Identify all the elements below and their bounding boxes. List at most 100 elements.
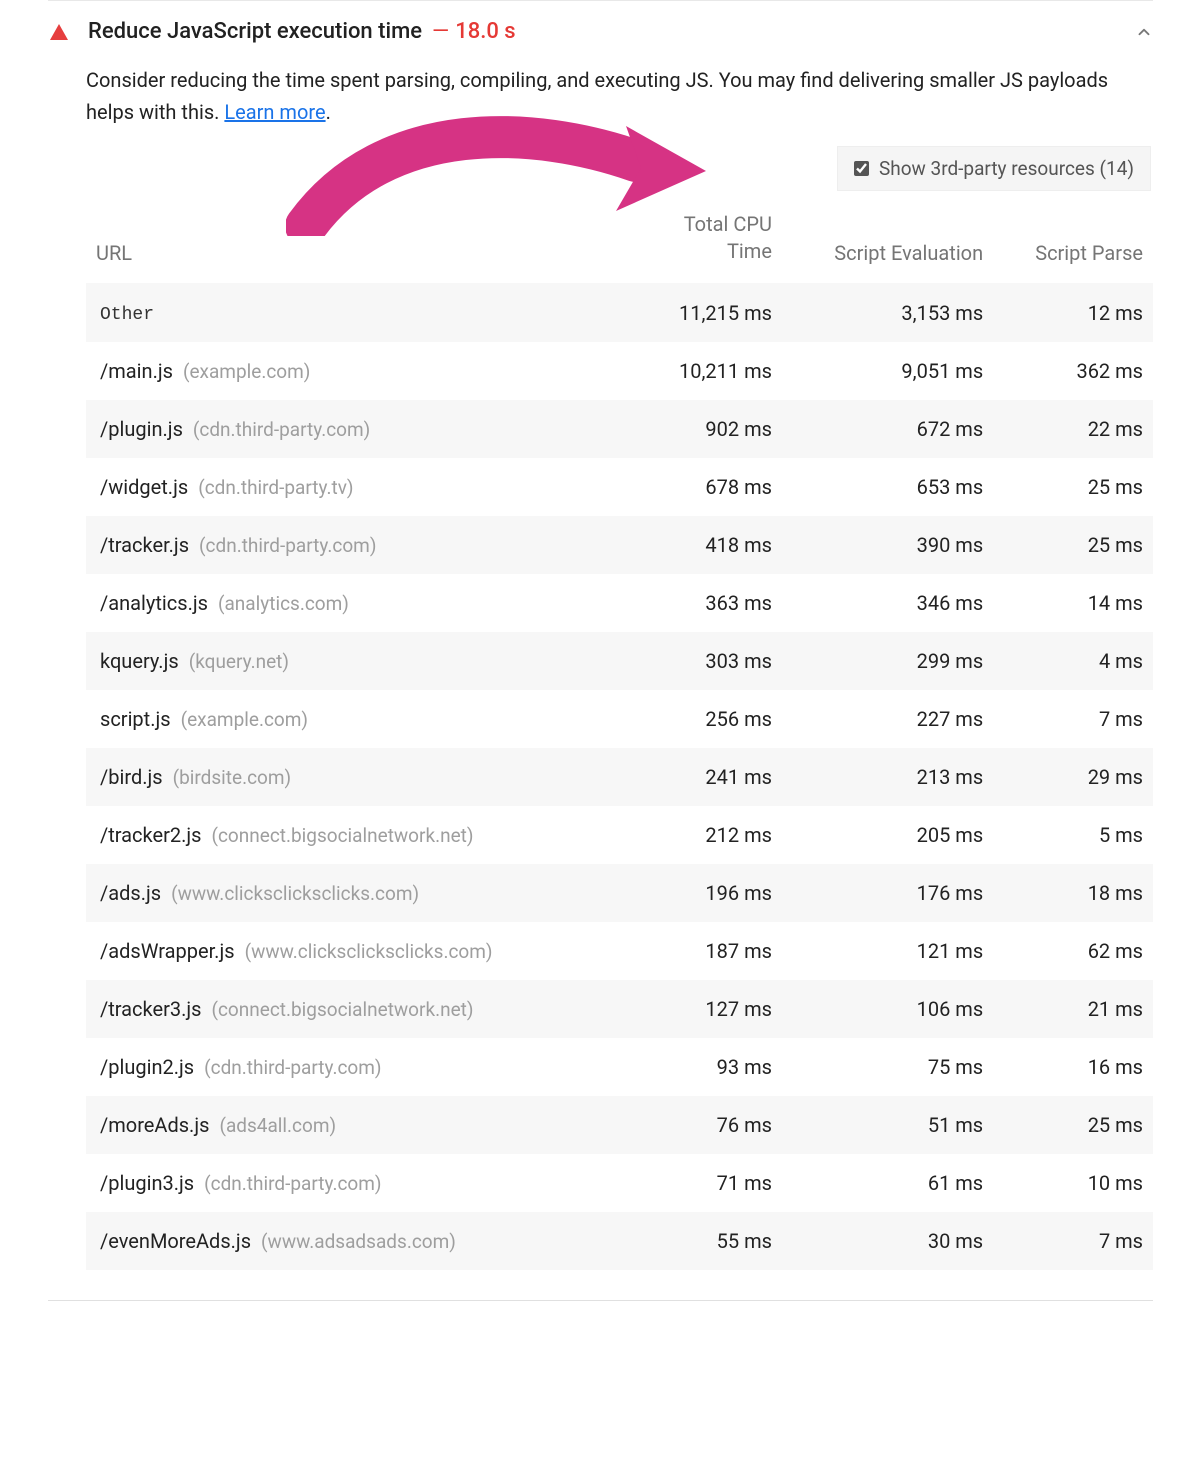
cpu-cell: 678 ms <box>607 458 782 516</box>
url-host: (www.clicksclicksclicks.com) <box>171 882 419 905</box>
url-cell[interactable]: /plugin.js(cdn.third-party.com) <box>86 400 607 458</box>
url-host: (example.com) <box>183 360 310 383</box>
table-row: /tracker3.js(connect.bigsocialnetwork.ne… <box>86 980 1153 1038</box>
url-path: script.js <box>100 707 171 731</box>
audit-title: Reduce JavaScript execution time <box>88 19 422 44</box>
audit-dash: — <box>432 19 449 44</box>
url-cell[interactable]: /tracker2.js (connect.bigsocialnetwork.ne… <box>86 806 607 864</box>
parse-cell: 10 ms <box>993 1154 1153 1212</box>
eval-cell: 227 ms <box>782 690 993 748</box>
cpu-cell: 241 ms <box>607 748 782 806</box>
url-cell[interactable]: /widget.js(cdn.third-party.tv) <box>86 458 607 516</box>
url-host: (cdn.third-party.com) <box>199 534 376 557</box>
parse-cell: 4 ms <box>993 632 1153 690</box>
url-path: /tracker2.js <box>100 823 201 847</box>
cpu-cell: 256 ms <box>607 690 782 748</box>
third-party-toggle[interactable]: Show 3rd-party resources (14) <box>837 146 1151 191</box>
url-cell[interactable]: script.js (example.com) <box>86 690 607 748</box>
eval-cell: 106 ms <box>782 980 993 1038</box>
eval-cell: 9,051 ms <box>782 342 993 400</box>
table-row: /tracker.js (cdn.third-party.com) 418 ms39… <box>86 516 1153 574</box>
js-execution-table: URL Total CPU Time Script Evaluation Scr… <box>86 197 1153 1270</box>
audit-header[interactable]: Reduce JavaScript execution time — 18.0 … <box>48 0 1153 64</box>
url-path: /main.js <box>100 359 173 383</box>
bottom-divider <box>48 1300 1153 1301</box>
url-path: /plugin.js <box>100 417 183 441</box>
cpu-cell: 902 ms <box>607 400 782 458</box>
table-row: Other11,215 ms3,153 ms12 ms <box>86 283 1153 342</box>
table-row: /adsWrapper.js(www.clicksclicksclicks.co… <box>86 922 1153 980</box>
table-row: /moreAds.js(ads4all.com)76 ms51 ms25 ms <box>86 1096 1153 1154</box>
cpu-cell: 71 ms <box>607 1154 782 1212</box>
url-host: (birdsite.com) <box>173 766 292 789</box>
eval-cell: 299 ms <box>782 632 993 690</box>
table-row: /plugin2.js(cdn.third-party.com)93 ms75 … <box>86 1038 1153 1096</box>
url-path: /bird.js <box>100 765 163 789</box>
audit-description: Consider reducing the time spent parsing… <box>86 64 1153 146</box>
cpu-cell: 418 ms <box>607 516 782 574</box>
url-cell[interactable]: /bird.js (birdsite.com) <box>86 748 607 806</box>
cpu-cell: 303 ms <box>607 632 782 690</box>
chevron-up-icon[interactable] <box>1135 23 1153 41</box>
parse-cell: 5 ms <box>993 806 1153 864</box>
url-cell[interactable]: /analytics.js(analytics.com) <box>86 574 607 632</box>
third-party-checkbox[interactable] <box>854 161 869 176</box>
warning-triangle-icon <box>50 24 68 40</box>
url-cell[interactable]: /tracker3.js(connect.bigsocialnetwork.ne… <box>86 980 607 1038</box>
url-path: /widget.js <box>100 475 188 499</box>
parse-cell: 7 ms <box>993 690 1153 748</box>
parse-cell: 29 ms <box>993 748 1153 806</box>
url-cell[interactable]: Other <box>86 283 607 342</box>
url-path: /tracker.js <box>100 533 189 557</box>
column-header-eval[interactable]: Script Evaluation <box>782 197 993 283</box>
table-row: /widget.js(cdn.third-party.tv)678 ms653 … <box>86 458 1153 516</box>
third-party-label: Show 3rd-party resources (14) <box>879 157 1134 180</box>
url-host: (connect.bigsocialnetwork.net) <box>211 824 473 847</box>
url-path: /adsWrapper.js <box>100 939 235 963</box>
learn-more-link[interactable]: Learn more <box>224 100 325 124</box>
table-row: kquery.js(kquery.net)303 ms299 ms4 ms <box>86 632 1153 690</box>
parse-cell: 7 ms <box>993 1212 1153 1270</box>
url-path: /plugin3.js <box>100 1171 194 1195</box>
url-cell[interactable]: /adsWrapper.js(www.clicksclicksclicks.co… <box>86 922 607 980</box>
column-header-cpu[interactable]: Total CPU Time <box>607 197 782 283</box>
cpu-cell: 187 ms <box>607 922 782 980</box>
url-other-label: Other <box>100 305 154 325</box>
eval-cell: 61 ms <box>782 1154 993 1212</box>
parse-cell: 62 ms <box>993 922 1153 980</box>
cpu-cell: 11,215 ms <box>607 283 782 342</box>
url-path: /evenMoreAds.js <box>100 1229 251 1253</box>
url-path: kquery.js <box>100 649 179 673</box>
url-host: (www.adsadsads.com) <box>261 1230 456 1253</box>
url-cell[interactable]: /moreAds.js(ads4all.com) <box>86 1096 607 1154</box>
table-row: /plugin3.js(cdn.third-party.com)71 ms61 … <box>86 1154 1153 1212</box>
url-cell[interactable]: /main.js (example.com) <box>86 342 607 400</box>
parse-cell: 18 ms <box>993 864 1153 922</box>
url-cell[interactable]: /ads.js (www.clicksclicksclicks.com) <box>86 864 607 922</box>
eval-cell: 672 ms <box>782 400 993 458</box>
table-row: script.js (example.com) 256 ms227 ms7 ms <box>86 690 1153 748</box>
url-host: (ads4all.com) <box>219 1114 336 1137</box>
url-cell[interactable]: kquery.js(kquery.net) <box>86 632 607 690</box>
parse-cell: 14 ms <box>993 574 1153 632</box>
eval-cell: 75 ms <box>782 1038 993 1096</box>
parse-cell: 16 ms <box>993 1038 1153 1096</box>
eval-cell: 121 ms <box>782 922 993 980</box>
eval-cell: 3,153 ms <box>782 283 993 342</box>
table-row: /ads.js(www.clicksclicksclicks.com)196 m… <box>86 864 1153 922</box>
url-path: /tracker3.js <box>100 997 201 1021</box>
url-cell[interactable]: /plugin3.js(cdn.third-party.com) <box>86 1154 607 1212</box>
eval-cell: 30 ms <box>782 1212 993 1270</box>
cpu-cell: 10,211 ms <box>607 342 782 400</box>
url-host: (example.com) <box>181 708 308 731</box>
table-row: /plugin.js(cdn.third-party.com)902 ms672… <box>86 400 1153 458</box>
url-cell[interactable]: /plugin2.js(cdn.third-party.com) <box>86 1038 607 1096</box>
url-cell[interactable]: /tracker.js (cdn.third-party.com) <box>86 516 607 574</box>
eval-cell: 390 ms <box>782 516 993 574</box>
url-cell[interactable]: /evenMoreAds.js (www.adsadsads.com) <box>86 1212 607 1270</box>
column-header-parse[interactable]: Script Parse <box>993 197 1153 283</box>
url-path: /ads.js <box>100 881 161 905</box>
url-path: /analytics.js <box>100 591 208 615</box>
parse-cell: 25 ms <box>993 458 1153 516</box>
column-header-url[interactable]: URL <box>86 197 607 283</box>
